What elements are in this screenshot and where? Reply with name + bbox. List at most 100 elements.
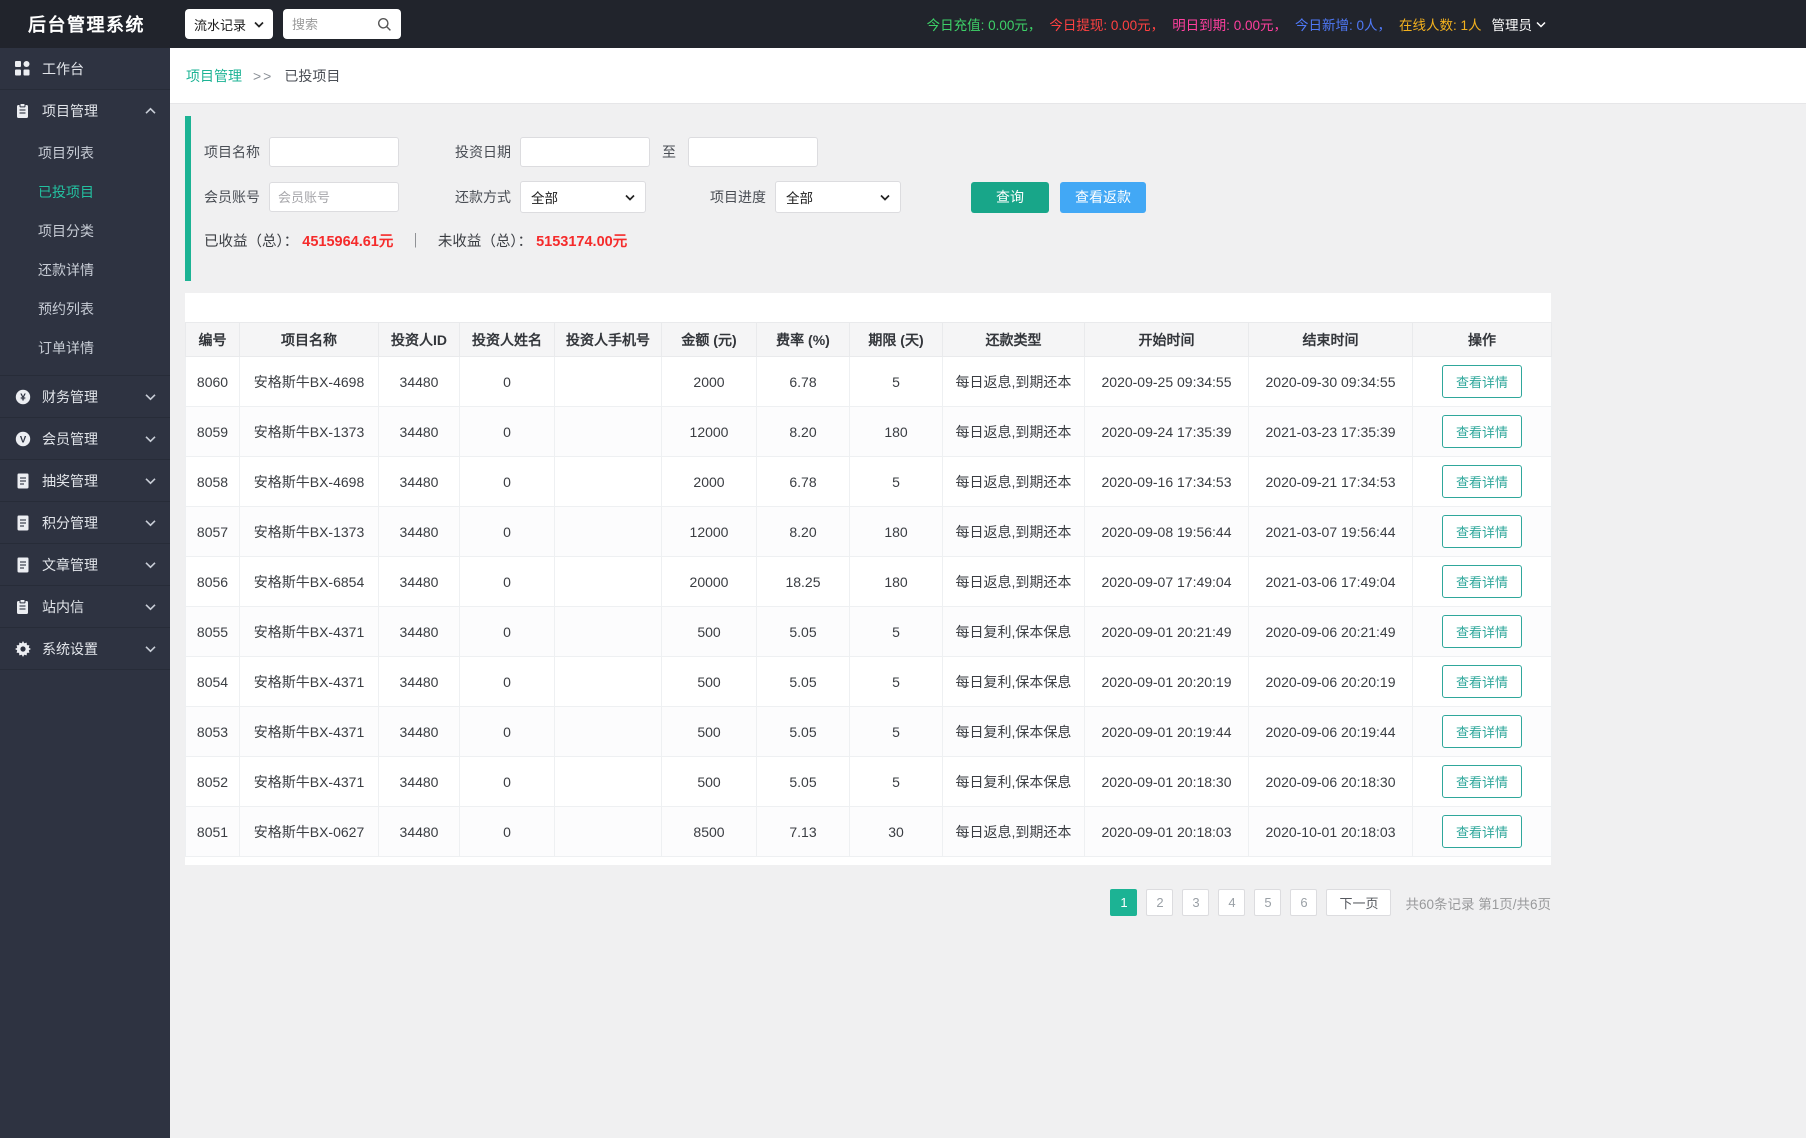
date-to-label: 至 — [662, 144, 676, 160]
sidebar-subitem[interactable]: 项目列表 — [0, 133, 170, 172]
table-cell: 20000 — [661, 556, 757, 607]
column-header: 操作 — [1412, 322, 1552, 357]
view-detail-button[interactable]: 查看详情 — [1441, 715, 1522, 748]
table-cell: 2020-09-24 17:35:39 — [1084, 406, 1249, 457]
sidebar-item-member[interactable]: V 会员管理 — [0, 418, 170, 459]
invest-date-label: 投资日期 — [455, 144, 511, 160]
sidebar-item-mail[interactable]: 站内信 — [0, 586, 170, 627]
page-button-5[interactable]: 5 — [1254, 889, 1282, 916]
chevron-down-icon — [625, 194, 635, 201]
view-detail-button[interactable]: 查看详情 — [1441, 415, 1522, 448]
table-cell: 5.05 — [756, 606, 850, 657]
table-cell: 34480 — [378, 806, 460, 857]
table-cell: 0 — [459, 756, 555, 807]
column-header: 金额 (元) — [661, 322, 757, 357]
member-account-input[interactable] — [269, 182, 399, 212]
table-cell: 5 — [849, 456, 943, 507]
invest-date-end-input[interactable] — [688, 137, 818, 167]
table-cell: 0 — [459, 506, 555, 557]
table-cell: 2020-09-01 20:19:44 — [1084, 706, 1249, 757]
repay-method-select-value: 全部 — [531, 191, 558, 206]
column-header: 投资人ID — [378, 322, 460, 357]
table-cell: 34480 — [378, 456, 460, 507]
chevron-down-icon — [1536, 21, 1546, 28]
page-button-4[interactable]: 4 — [1218, 889, 1246, 916]
table-cell: 8056 — [185, 556, 240, 607]
repay-method-select[interactable]: 全部 — [520, 181, 646, 213]
view-detail-button[interactable]: 查看详情 — [1441, 365, 1522, 398]
record-type-select[interactable]: 流水记录 — [185, 9, 273, 39]
table-row: 8058 安格斯牛BX-4698 34480 0 2000 6.78 5 每日返息,到期还本 2… — [185, 456, 1552, 507]
table-cell: 2020-09-06 20:21:49 — [1248, 606, 1413, 657]
sidebar-subitem[interactable]: 还款详情 — [0, 250, 170, 289]
view-detail-button[interactable]: 查看详情 — [1441, 465, 1522, 498]
table-cell: 安格斯牛BX-4371 — [239, 606, 379, 657]
breadcrumb-section-link[interactable]: 项目管理 — [186, 66, 242, 86]
pagination: 1 2 3 4 5 6 下一页 共60条记录 第1页/共6页 — [185, 889, 1551, 936]
view-detail-button[interactable]: 查看详情 — [1441, 765, 1522, 798]
sidebar-subitem[interactable]: 项目分类 — [0, 211, 170, 250]
breadcrumb-separator: >> — [253, 67, 274, 84]
member-account-label: 会员账号 — [204, 189, 260, 205]
chevron-down-icon — [145, 519, 156, 527]
page-button-2[interactable]: 2 — [1146, 889, 1174, 916]
table-cell: 8059 — [185, 406, 240, 457]
document-icon — [14, 556, 31, 573]
table-cell: 2020-09-06 20:20:19 — [1248, 656, 1413, 707]
page-button-1[interactable]: 1 — [1110, 889, 1138, 916]
page-button-6[interactable]: 6 — [1290, 889, 1318, 916]
v-circle-icon: V — [14, 430, 31, 447]
view-detail-button[interactable]: 查看详情 — [1441, 565, 1522, 598]
sidebar-subitem[interactable]: 预约列表 — [0, 289, 170, 328]
sidebar-item-workbench[interactable]: 工作台 — [0, 48, 170, 89]
sidebar-item-project[interactable]: 项目管理 — [0, 90, 170, 131]
sidebar-item-finance[interactable]: ¥ 财务管理 — [0, 376, 170, 417]
progress-select[interactable]: 全部 — [775, 181, 901, 213]
table-cell: 2021-03-23 17:35:39 — [1248, 406, 1413, 457]
table-cell: 8.20 — [756, 406, 850, 457]
table-cell: 6.78 — [756, 456, 850, 507]
sidebar-item-article[interactable]: 文章管理 — [0, 544, 170, 585]
topbar: 后台管理系统 流水记录 今日充值: 0.00元， 今日提现: 0.00元， 明日到期… — [0, 0, 1806, 48]
project-name-input[interactable] — [269, 137, 399, 167]
page-button-3[interactable]: 3 — [1182, 889, 1210, 916]
table-row: 8060 安格斯牛BX-4698 34480 0 2000 6.78 5 每日返息,到期还本 2… — [185, 356, 1552, 407]
table-cell: 180 — [849, 506, 943, 557]
table-cell: 每日复利,保本保息 — [942, 756, 1085, 807]
table-cell: 7.13 — [756, 806, 850, 857]
admin-menu[interactable]: 管理员 — [1492, 14, 1547, 34]
table-cell: 12000 — [661, 506, 757, 557]
invest-date-start-input[interactable] — [520, 137, 650, 167]
earned-total-label: 已收益（总）： — [204, 234, 299, 250]
table-cell: 6.78 — [756, 356, 850, 407]
sidebar-item-lottery[interactable]: 抽奖管理 — [0, 460, 170, 501]
view-detail-button[interactable]: 查看详情 — [1441, 615, 1522, 648]
table-cell: 8.20 — [756, 506, 850, 557]
table-cell: 2020-09-25 09:34:55 — [1084, 356, 1249, 407]
next-page-button[interactable]: 下一页 — [1326, 889, 1392, 916]
sidebar-subitem[interactable]: 已投项目 — [0, 172, 170, 211]
search-icon[interactable] — [377, 17, 392, 32]
view-detail-button[interactable]: 查看详情 — [1441, 665, 1522, 698]
search-input[interactable] — [292, 16, 368, 32]
table-cell: 8057 — [185, 506, 240, 557]
view-detail-button[interactable]: 查看详情 — [1441, 515, 1522, 548]
sidebar-item-settings[interactable]: 系统设置 — [0, 628, 170, 669]
view-refund-button[interactable]: 查看返款 — [1060, 181, 1146, 213]
column-header: 投资人手机号 — [554, 322, 662, 357]
sidebar-subitem[interactable]: 订单详情 — [0, 328, 170, 367]
table-cell: 安格斯牛BX-4371 — [239, 756, 379, 807]
table-cell: 500 — [661, 606, 757, 657]
table-cell: 2020-09-21 17:34:53 — [1248, 456, 1413, 507]
table-cell: 每日复利,保本保息 — [942, 656, 1085, 707]
chevron-down-icon — [254, 21, 264, 28]
query-button[interactable]: 查询 — [971, 181, 1049, 213]
table-cell: 34480 — [378, 656, 460, 707]
view-detail-button[interactable]: 查看详情 — [1441, 815, 1522, 848]
admin-label: 管理员 — [1491, 18, 1533, 33]
repay-method-label: 还款方式 — [455, 189, 511, 205]
table-row: 8055 安格斯牛BX-4371 34480 0 500 5.05 5 每日复利,保本保息 20… — [185, 606, 1552, 657]
table-cell: 2020-09-06 20:19:44 — [1248, 706, 1413, 757]
table-cell — [554, 656, 662, 707]
sidebar-item-points[interactable]: 积分管理 — [0, 502, 170, 543]
